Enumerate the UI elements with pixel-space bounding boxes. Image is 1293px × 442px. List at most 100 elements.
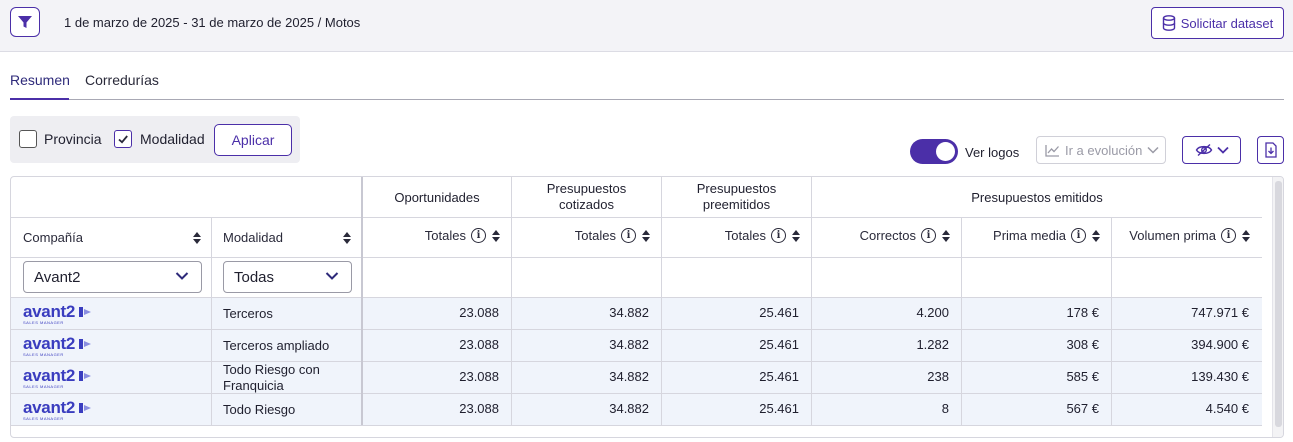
show-logos-toggle[interactable] <box>910 139 958 164</box>
info-icon[interactable]: i <box>621 228 636 243</box>
sort-icon[interactable] <box>792 229 800 242</box>
grid-line <box>11 329 1262 330</box>
cell-correctos: 4.200 <box>916 305 949 320</box>
vertical-scrollbar[interactable] <box>1272 177 1283 437</box>
logo-subtitle: SALES MANAGER <box>23 384 64 389</box>
apply-button[interactable]: Aplicar <box>214 124 292 156</box>
column-header-compania[interactable]: Compañía <box>23 230 201 245</box>
go-to-evolution-label: Ir a evolución <box>1065 142 1143 158</box>
line-chart-icon <box>1045 144 1059 157</box>
cell-volumen-prima: 139.430 € <box>1191 369 1249 384</box>
cell-pre-totales: 25.461 <box>759 369 799 384</box>
cell-prima-media: 308 € <box>1066 337 1099 352</box>
grid-line <box>11 257 1262 258</box>
provincia-checkbox[interactable] <box>19 130 37 148</box>
grid-line <box>661 177 662 425</box>
header-line: preemitidos <box>702 197 771 212</box>
logo-wordmark: avant2 <box>23 398 76 417</box>
cell-cot-totales: 34.882 <box>609 369 649 384</box>
info-icon[interactable]: i <box>771 228 786 243</box>
modalidad-filter-value: Todas <box>234 268 275 286</box>
cell-line: Franquicia <box>223 378 284 393</box>
column-header-label: Compañía <box>23 230 83 245</box>
logo-mark-icon <box>79 306 92 317</box>
info-icon[interactable]: i <box>921 228 936 243</box>
grid-line <box>11 425 1262 426</box>
tab-corredurias[interactable]: Corredurías <box>85 72 159 88</box>
cell-op-totales: 23.088 <box>459 337 499 352</box>
logo-mark-icon <box>79 338 92 349</box>
header-presupuestos-preemitidos: Presupuestos preemitidos <box>662 181 811 213</box>
column-header-op-totales[interactable]: Totales i <box>363 228 500 243</box>
sort-icon[interactable] <box>1092 229 1100 242</box>
compania-filter-select[interactable]: Avant2 <box>23 261 202 293</box>
sort-icon[interactable] <box>942 229 950 242</box>
info-icon[interactable]: i <box>471 228 486 243</box>
logo-subtitle: SALES MANAGER <box>23 416 64 421</box>
cell-op-totales: 23.088 <box>459 369 499 384</box>
column-header-volumen-prima[interactable]: Volumen prima i <box>1113 228 1250 243</box>
tab-bar: Resumen Corredurías <box>10 60 1284 100</box>
modalidad-filter-select[interactable]: Todas <box>223 261 352 293</box>
sort-icon[interactable] <box>193 231 201 244</box>
column-header-label: Totales <box>724 228 766 243</box>
request-dataset-label: Solicitar dataset <box>1180 15 1274 31</box>
column-header-label: Correctos <box>859 228 916 243</box>
header-line: Presupuestos <box>696 181 777 196</box>
cell-prima-media: 567 € <box>1066 401 1099 416</box>
logo-subtitle: SALES MANAGER <box>23 352 64 357</box>
eye-off-icon <box>1195 143 1212 157</box>
breadcrumb: 1 de marzo de 2025 - 31 de marzo de 2025… <box>64 15 361 30</box>
modalidad-label: Modalidad <box>140 131 205 147</box>
company-logo: avant2 SALES MANAGER <box>23 335 93 357</box>
summary-table: Oportunidades Presupuestos cotizados Pre… <box>10 176 1284 438</box>
column-header-cot-totales[interactable]: Totales i <box>513 228 650 243</box>
top-bar: 1 de marzo de 2025 - 31 de marzo de 2025… <box>0 0 1293 52</box>
sort-icon[interactable] <box>642 229 650 242</box>
cell-line: Todo Riesgo con <box>223 362 320 377</box>
cell-prima-media: 585 € <box>1066 369 1099 384</box>
column-visibility-button[interactable] <box>1182 136 1241 164</box>
sort-icon[interactable] <box>492 229 500 242</box>
go-to-evolution-button[interactable]: Ir a evolución <box>1036 136 1166 164</box>
column-header-label: Prima media <box>993 228 1066 243</box>
header-presupuestos-emitidos: Presupuestos emitidos <box>971 190 1103 205</box>
company-logo: avant2 SALES MANAGER <box>23 367 93 389</box>
column-header-label: Totales <box>424 228 466 243</box>
chevron-down-icon <box>1216 146 1229 154</box>
column-header-label: Totales <box>574 228 616 243</box>
funnel-icon <box>18 16 32 28</box>
checkmark-icon <box>118 135 128 144</box>
cell-cot-totales: 34.882 <box>609 337 649 352</box>
sort-icon[interactable] <box>1242 229 1250 242</box>
export-button[interactable] <box>1257 136 1284 164</box>
cell-correctos: 1.282 <box>916 337 949 352</box>
modalidad-checkbox[interactable] <box>114 130 132 148</box>
cell-pre-totales: 25.461 <box>759 305 799 320</box>
scrollbar-thumb[interactable] <box>1275 181 1282 427</box>
logo-subtitle: SALES MANAGER <box>23 320 64 325</box>
cell-prima-media: 178 € <box>1066 305 1099 320</box>
cell-volumen-prima: 4.540 € <box>1205 401 1249 416</box>
column-header-correctos[interactable]: Correctos i <box>813 228 950 243</box>
info-icon[interactable]: i <box>1071 228 1086 243</box>
logo-wordmark: avant2 <box>23 334 76 353</box>
logo-wordmark: avant2 <box>23 302 76 321</box>
tab-resumen[interactable]: Resumen <box>10 72 70 88</box>
provincia-label: Provincia <box>44 131 102 147</box>
column-header-label: Volumen prima <box>1129 228 1216 243</box>
info-icon[interactable]: i <box>1221 228 1236 243</box>
column-header-pre-totales[interactable]: Totales i <box>663 228 800 243</box>
grid-line <box>511 177 512 425</box>
grid-line <box>1111 217 1112 425</box>
column-header-label: Modalidad <box>223 230 283 245</box>
filter-button[interactable] <box>10 7 40 37</box>
grid-line <box>361 177 363 425</box>
column-header-modalidad[interactable]: Modalidad <box>223 230 351 245</box>
request-dataset-button[interactable]: Solicitar dataset <box>1151 7 1284 39</box>
grouping-options: Provincia Modalidad Aplicar <box>10 116 300 163</box>
header-line: cotizados <box>559 197 614 212</box>
cell-op-totales: 23.088 <box>459 305 499 320</box>
column-header-prima-media[interactable]: Prima media i <box>963 228 1100 243</box>
sort-icon[interactable] <box>343 231 351 244</box>
